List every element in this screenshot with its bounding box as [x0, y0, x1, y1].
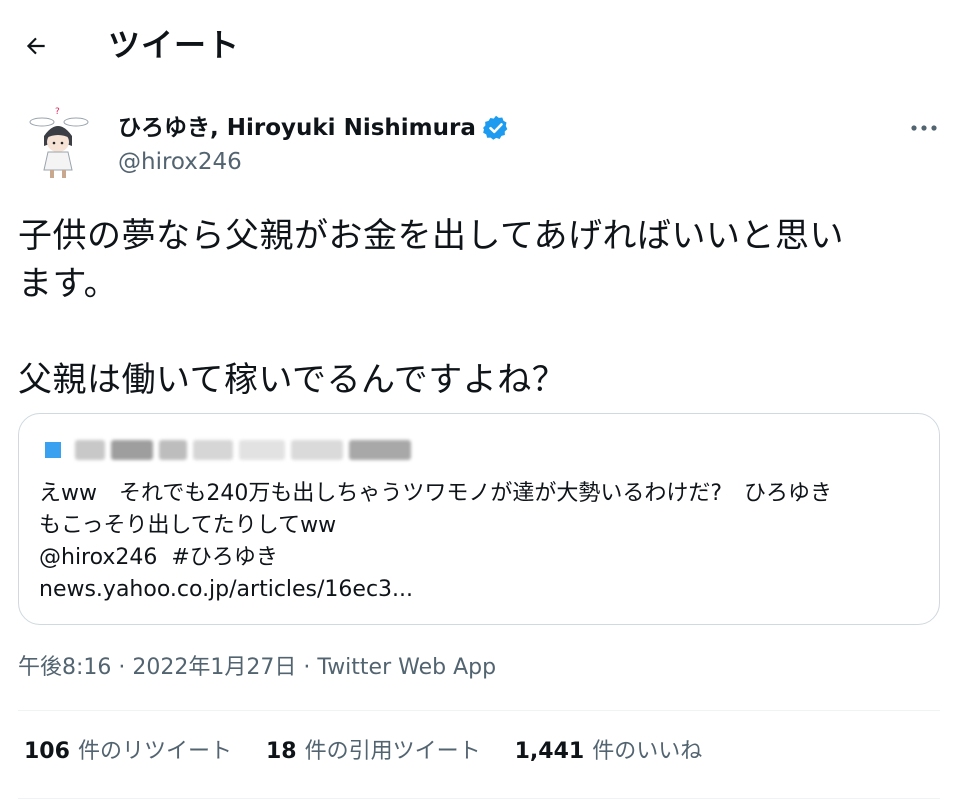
quoted-tweet-text: えww それでも240万も出しちゃうツワモノが達が大勢いるわけだ? ひろゆき も…	[39, 478, 919, 606]
meta-separator: ·	[118, 655, 126, 680]
quoted-tweet-card[interactable]: えww それでも240万も出しちゃうツワモノが達が大勢いるわけだ? ひろゆき も…	[18, 413, 940, 625]
tweet-text-line: 子供の夢なら父親がお金を出してあげればいいと思い	[18, 216, 844, 256]
tweet-source[interactable]: Twitter Web App	[317, 655, 496, 680]
quoted-link[interactable]: news.yahoo.co.jp/articles/16ec3...	[39, 574, 919, 606]
redacted-avatar	[45, 442, 61, 458]
redacted-block	[239, 440, 285, 460]
tweet-text: 子供の夢なら父親がお金を出してあげればいいと思い ます。 父親は働いて稼いでるん…	[18, 212, 938, 404]
more-options-button[interactable]	[904, 114, 944, 142]
quoted-author-redacted	[45, 440, 417, 460]
tweet-text-line: 父親は働いて稼いでるんですよね？	[18, 360, 567, 400]
quoted-text-line: もこっそり出してたりしてww	[39, 513, 337, 538]
likes-stat[interactable]: 1,441 件のいいね	[515, 736, 703, 768]
tweet-date: 2022年1月27日	[132, 655, 297, 680]
tweet-text-line: ます。	[18, 264, 119, 304]
svg-text:?: ?	[55, 107, 60, 117]
redacted-block	[159, 440, 187, 460]
meta-separator: ·	[303, 655, 311, 680]
redacted-block	[111, 440, 153, 460]
quotes-stat[interactable]: 18 件の引用ツイート	[266, 736, 481, 768]
redacted-block	[349, 440, 411, 460]
hashtag-link[interactable]: #ひろゆき	[171, 545, 277, 570]
mention-link[interactable]: @hirox246	[39, 545, 157, 570]
tweet-stats: 106 件のリツイート 18 件の引用ツイート 1,441 件のいいね	[24, 736, 736, 768]
divider	[18, 798, 940, 799]
redacted-block	[193, 440, 233, 460]
verified-badge-icon	[482, 114, 510, 142]
redacted-block	[291, 440, 343, 460]
quotes-count: 18	[265, 739, 297, 764]
page-title: ツイート	[108, 26, 241, 64]
quotes-label: 件の引用ツイート	[304, 739, 481, 764]
author-handle[interactable]: @hirox246	[118, 146, 242, 178]
retweets-stat[interactable]: 106 件のリツイート	[24, 736, 232, 768]
back-button[interactable]	[14, 24, 58, 68]
divider	[18, 710, 940, 711]
retweets-count: 106	[24, 739, 70, 764]
more-horizontal-icon	[911, 125, 937, 131]
header: ツイート	[0, 0, 960, 90]
likes-count: 1,441	[514, 739, 585, 764]
quoted-text-line: えww それでも240万も出しちゃうツワモノが達が大勢いるわけだ? ひろゆき	[39, 481, 832, 506]
tweet-detail-page: ツイート ? ひろゆき, Hiroyuki Nishimura @hirox24…	[0, 0, 960, 804]
author-name-row[interactable]: ひろゆき, Hiroyuki Nishimura	[118, 112, 510, 144]
tweet-timestamp[interactable]: 午後8:16 · 2022年1月27日	[18, 655, 296, 680]
tweet-time: 午後8:16	[18, 655, 112, 680]
redacted-block	[75, 440, 105, 460]
arrow-left-icon	[26, 37, 45, 55]
retweets-label: 件のリツイート	[77, 739, 232, 764]
author-name[interactable]: ひろゆき, Hiroyuki Nishimura	[118, 112, 476, 144]
avatar[interactable]: ?	[18, 104, 98, 184]
avatar-image: ?	[18, 104, 98, 184]
likes-label: 件のいいね	[592, 739, 703, 764]
tweet-meta: 午後8:16 · 2022年1月27日 · Twitter Web App	[18, 652, 496, 684]
quoted-tags-line: @hirox246 #ひろゆき	[39, 542, 919, 574]
